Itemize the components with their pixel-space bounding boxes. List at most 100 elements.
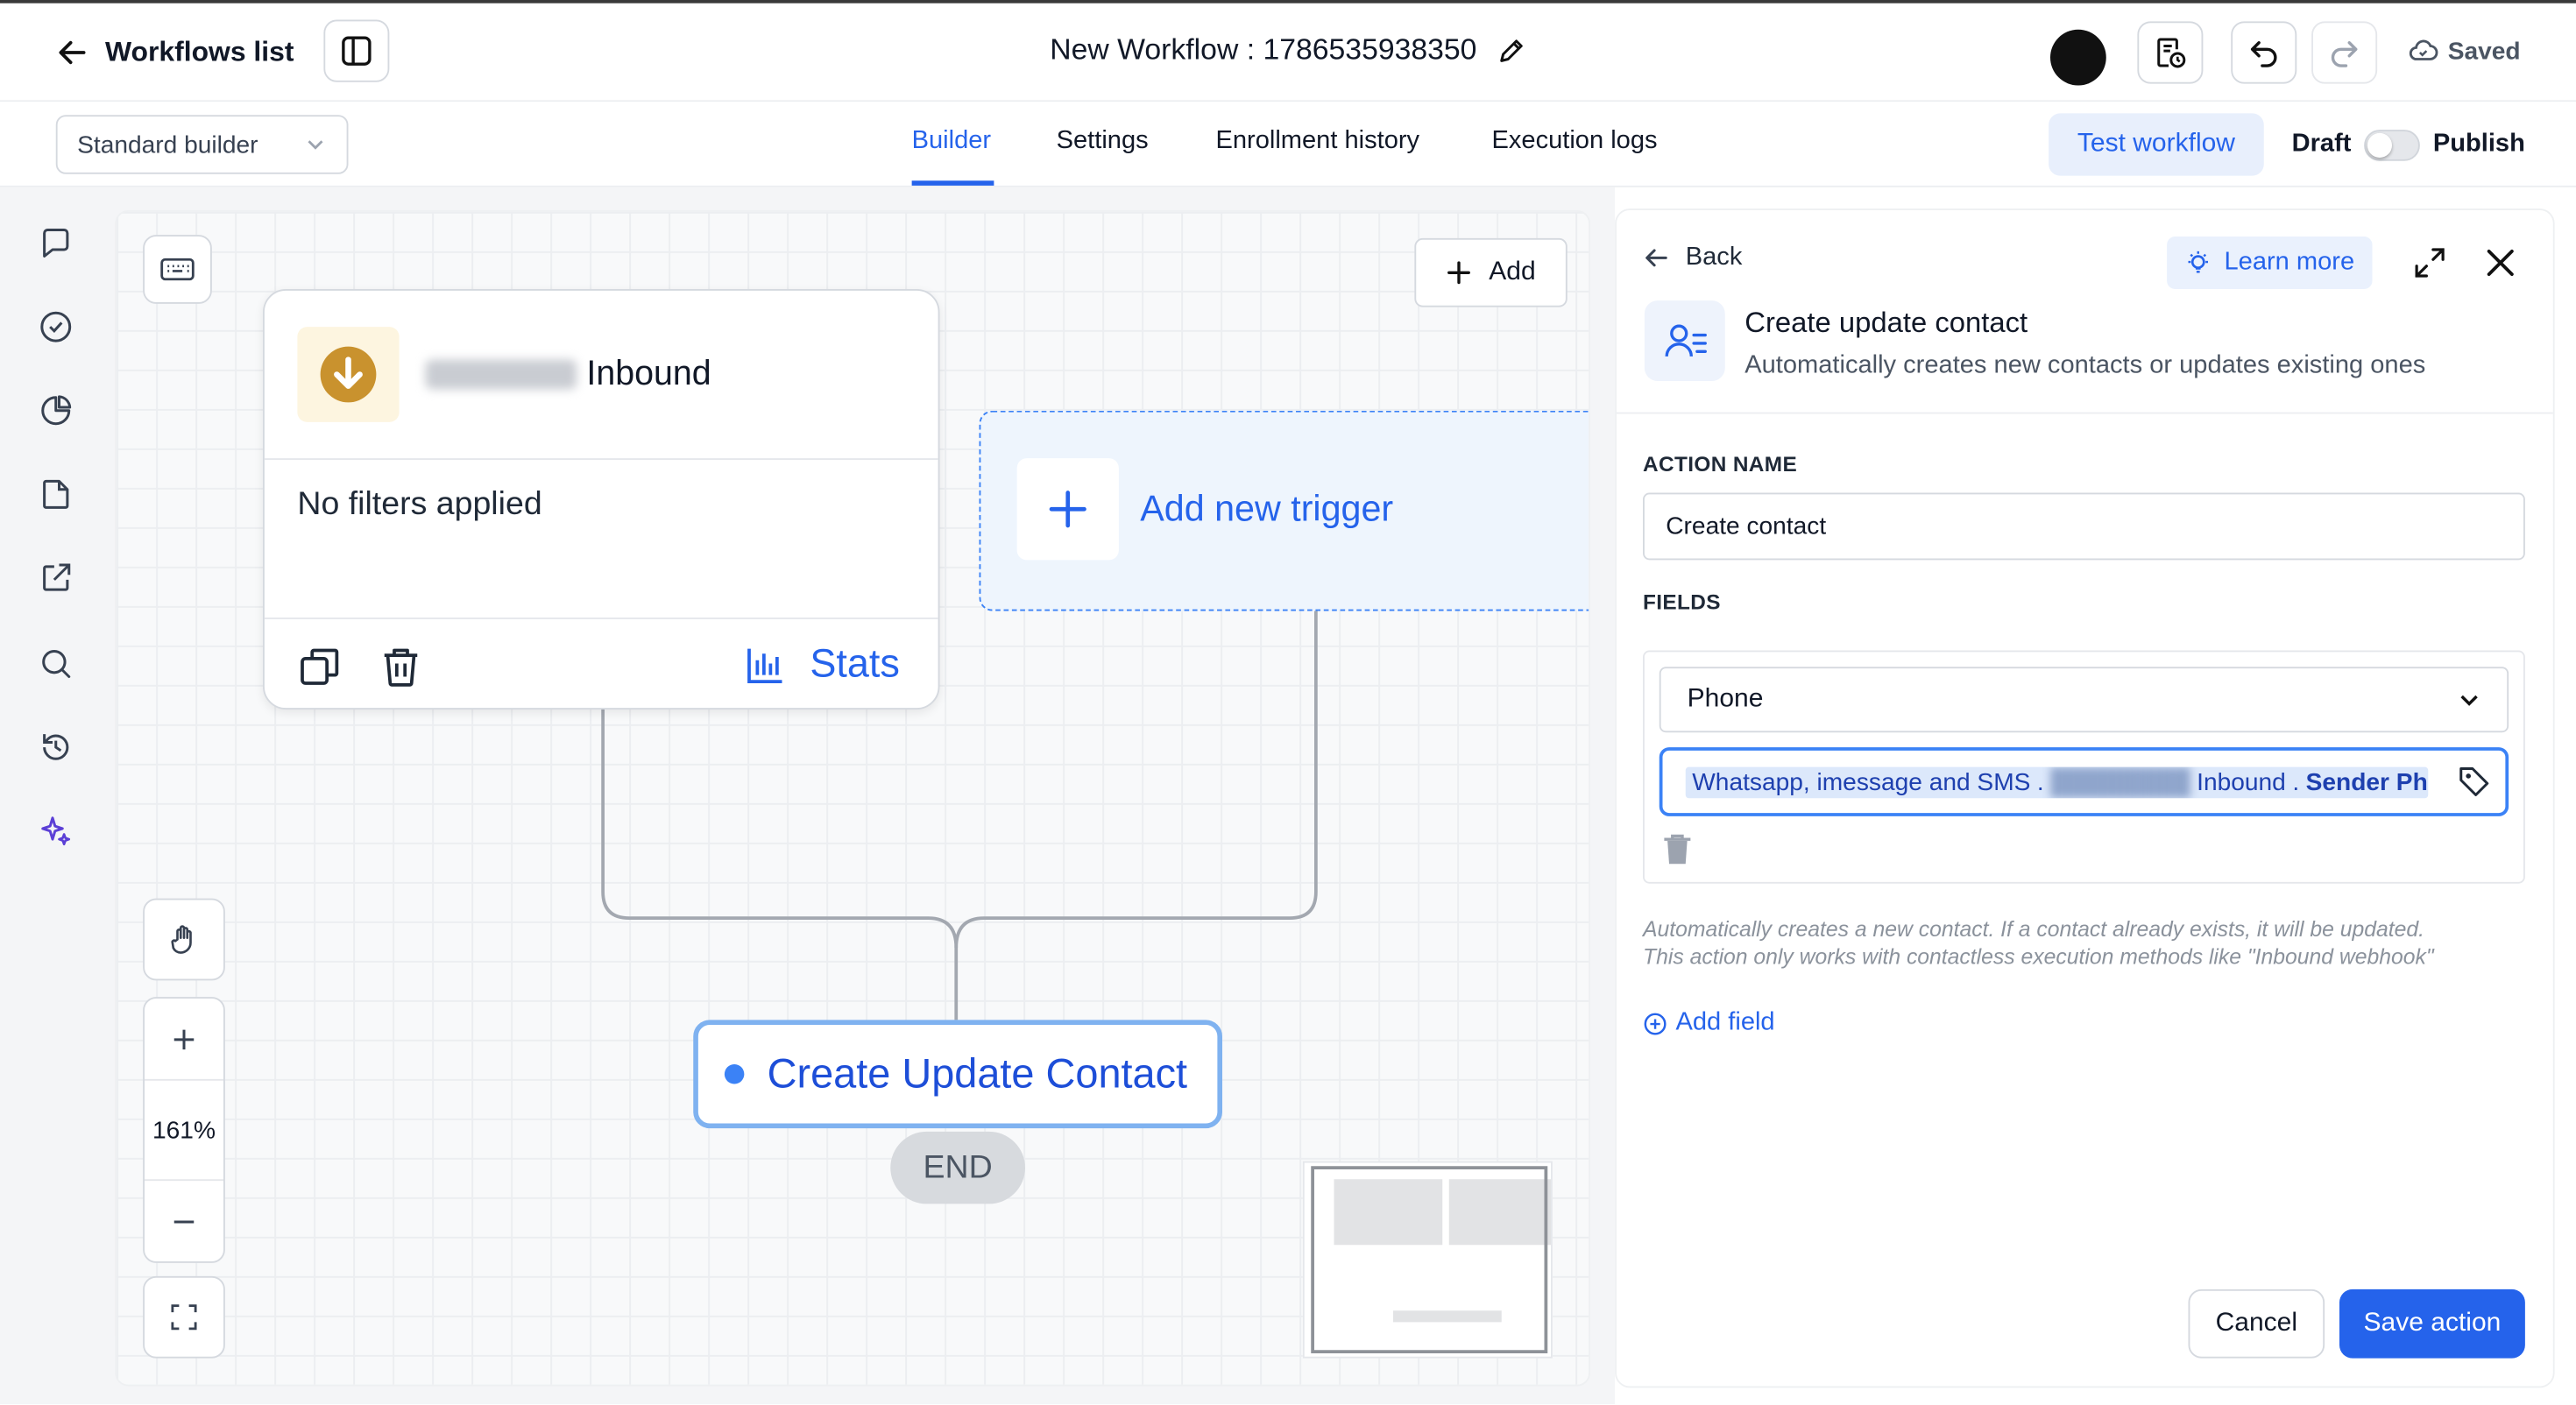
publish-label: Publish — [2432, 130, 2525, 158]
help-line: Automatically creates a new contact. If … — [1643, 916, 2425, 942]
message-icon[interactable] — [36, 223, 75, 263]
history-icon[interactable] — [36, 728, 75, 767]
create-update-contact-node[interactable]: Create Update Contact — [693, 1020, 1222, 1129]
card-divider — [264, 618, 938, 619]
file-icon[interactable] — [36, 475, 75, 514]
fit-view-button[interactable] — [143, 1275, 225, 1359]
pan-hand-button[interactable] — [143, 898, 225, 981]
top-header: Workflows list New Workflow : 1786535938… — [0, 3, 2576, 102]
field-value-input[interactable]: Whatsapp, imessage and SMS. ████████ Inbou… — [1659, 747, 2509, 816]
trash-icon[interactable] — [1661, 831, 1695, 867]
execution-log-button[interactable] — [2137, 21, 2204, 84]
arrow-left-icon — [1643, 244, 1669, 271]
stats-label: Stats — [810, 642, 900, 687]
edit-pencil-icon[interactable] — [1497, 35, 1526, 65]
cancel-button[interactable]: Cancel — [2188, 1289, 2325, 1359]
keyboard-icon — [159, 257, 195, 283]
add-field-button[interactable]: Add field — [1643, 1008, 1775, 1038]
draft-label: Draft — [2291, 130, 2352, 158]
variable-segment: Inbound — [2197, 767, 2286, 796]
blurred-trigger-name — [425, 359, 577, 390]
undo-icon — [2246, 34, 2282, 70]
cloud-check-icon — [2409, 36, 2438, 66]
trigger-title-label: Inbound — [586, 355, 711, 393]
tab-execution-logs[interactable]: Execution logs — [1492, 126, 1658, 156]
trigger-icon-box — [297, 327, 400, 422]
add-node-label: Add — [1489, 258, 1536, 286]
plus-circle-icon — [1643, 1011, 1667, 1035]
panel-back-button[interactable]: Back — [1643, 244, 1742, 273]
chevron-down-icon — [2458, 688, 2480, 711]
plus-icon — [173, 1027, 195, 1050]
user-list-icon — [1662, 318, 1709, 364]
workflow-canvas[interactable]: Add Inbound No filters applied Stats Add… — [115, 210, 1590, 1387]
builder-mode-value: Standard builder — [77, 131, 258, 159]
trigger-filters-text: No filters applied — [297, 486, 542, 523]
action-config-panel: Back Learn more Create update contact Au… — [1617, 210, 2553, 1387]
expand-panel-icon[interactable] — [2412, 244, 2448, 280]
lightbulb-icon — [2184, 250, 2211, 276]
close-icon[interactable] — [2482, 244, 2518, 280]
workflow-title: New Workflow : 1786535938350 — [1050, 32, 1477, 67]
tag-icon[interactable] — [2456, 764, 2492, 800]
zoom-in-button[interactable] — [145, 999, 223, 1081]
learn-more-button[interactable]: Learn more — [2167, 237, 2373, 289]
action-title: Create update contact — [1744, 305, 2028, 339]
search-icon[interactable] — [36, 644, 75, 683]
status-dot — [724, 1064, 745, 1084]
undo-button[interactable] — [2231, 21, 2297, 84]
tab-enrollment-history[interactable]: Enrollment history — [1216, 126, 1420, 156]
add-new-trigger-label: Add new trigger — [1140, 487, 1394, 529]
plus-icon — [1048, 490, 1087, 529]
panel-back-label: Back — [1685, 243, 1743, 272]
builder-mode-select[interactable]: Standard builder — [55, 115, 349, 174]
action-help-text: Automatically creates a new contact. If … — [1643, 914, 2530, 971]
field-select-value: Phone — [1687, 684, 1764, 713]
minimap-viewport — [1311, 1166, 1548, 1353]
action-type-icon-box — [1644, 300, 1725, 381]
minimap[interactable] — [1302, 1161, 1553, 1359]
user-avatar[interactable] — [2050, 29, 2106, 86]
learn-more-label: Learn more — [2224, 248, 2355, 276]
tab-builder[interactable]: Builder — [912, 126, 991, 156]
action-subtitle: Automatically creates new contacts or up… — [1744, 351, 2426, 380]
end-node: END — [890, 1131, 1025, 1204]
keyboard-shortcuts-button[interactable] — [143, 235, 212, 304]
sparkles-icon[interactable] — [36, 811, 75, 851]
zoom-level: 161% — [152, 1116, 216, 1144]
variable-segment: Sender Ph — [2305, 767, 2428, 796]
zoom-out-button[interactable] — [145, 1179, 223, 1261]
check-circle-icon[interactable] — [36, 307, 75, 347]
pie-chart-icon[interactable] — [36, 391, 75, 430]
add-node-button[interactable]: Add — [1414, 237, 1568, 307]
action-name-input[interactable]: Create contact — [1643, 492, 2525, 561]
fields-caption: FIELDS — [1643, 590, 1721, 615]
test-workflow-button[interactable]: Test workflow — [2049, 113, 2264, 176]
tab-settings[interactable]: Settings — [1057, 126, 1149, 156]
redo-button[interactable] — [2311, 21, 2378, 84]
publish-toggle[interactable] — [2364, 130, 2420, 161]
minus-icon — [173, 1210, 195, 1232]
left-sidebar — [0, 187, 112, 1405]
save-status: Saved — [2409, 36, 2521, 66]
active-tab-indicator — [911, 180, 994, 186]
variable-separator: . — [2292, 767, 2300, 796]
add-field-label: Add field — [1675, 1008, 1775, 1037]
trigger-node-card[interactable]: Inbound No filters applied Stats — [263, 289, 940, 710]
stats-button[interactable]: Stats — [744, 642, 900, 688]
variable-chip: Whatsapp, imessage and SMS. ████████ Inbou… — [1685, 766, 2429, 798]
panel-divider — [1617, 412, 2553, 414]
trigger-title: Inbound — [425, 355, 711, 394]
field-select[interactable]: Phone — [1659, 667, 2509, 733]
card-divider — [264, 458, 938, 460]
toggle-knob — [2367, 132, 2392, 158]
chevron-down-icon — [304, 133, 327, 156]
variable-separator: . — [2036, 767, 2044, 796]
copy-icon[interactable] — [297, 644, 343, 690]
hand-icon — [167, 923, 201, 957]
plus-icon — [1446, 259, 1472, 286]
trash-icon[interactable] — [379, 644, 422, 690]
external-link-icon[interactable] — [36, 559, 75, 598]
save-action-button[interactable]: Save action — [2339, 1289, 2525, 1359]
add-new-trigger-node[interactable]: Add new trigger — [979, 410, 1589, 611]
